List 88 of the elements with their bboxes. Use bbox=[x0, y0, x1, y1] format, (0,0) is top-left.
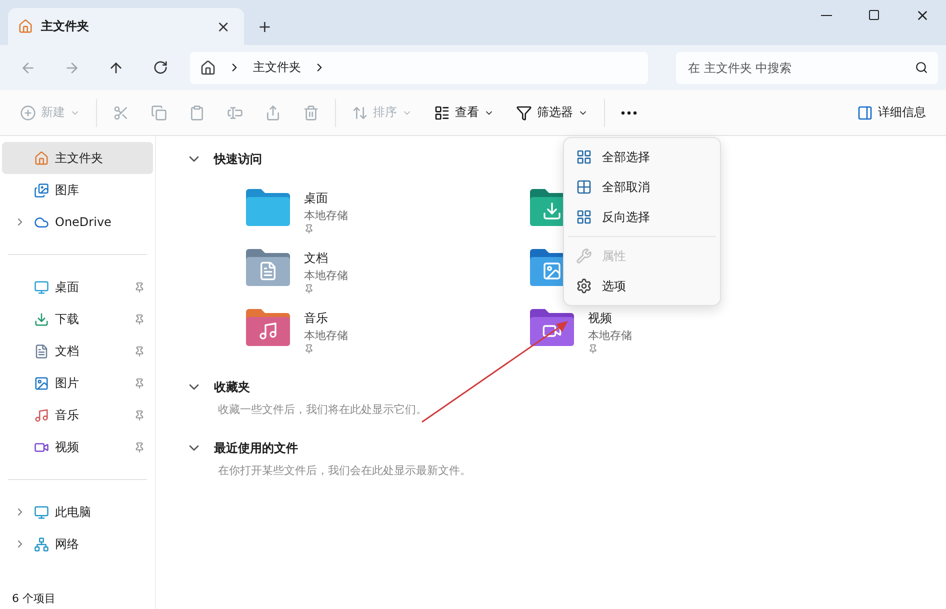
network-icon bbox=[34, 536, 49, 552]
home-icon bbox=[200, 60, 216, 76]
invert-selection-icon bbox=[576, 209, 592, 225]
pin-icon bbox=[134, 378, 145, 388]
empty-hint: 收藏一些文件后，我们将在此处显示它们。 bbox=[218, 402, 428, 417]
folder-icon bbox=[246, 188, 290, 226]
folder-location: 本地存储 bbox=[588, 328, 632, 343]
folder-location: 本地存储 bbox=[304, 328, 348, 343]
share-icon bbox=[265, 104, 281, 120]
menu-item[interactable]: 全部取消 bbox=[568, 172, 716, 202]
sidebar-item[interactable]: 网络 bbox=[2, 528, 153, 560]
scissors-icon bbox=[113, 104, 129, 120]
filter-button[interactable]: 筛选器 bbox=[506, 96, 598, 128]
folder-icon bbox=[246, 308, 290, 346]
pin-icon bbox=[304, 224, 314, 234]
settings-icon bbox=[576, 278, 592, 294]
pin-icon bbox=[134, 410, 145, 420]
menu-item[interactable]: 反向选择 bbox=[568, 202, 716, 232]
pin-icon bbox=[134, 314, 145, 324]
pin-icon bbox=[134, 442, 145, 452]
more-icon bbox=[621, 110, 637, 114]
download-icon bbox=[34, 312, 49, 326]
view-button[interactable]: 查看 bbox=[424, 96, 504, 128]
sidebar-item[interactable]: 文档 bbox=[2, 335, 153, 367]
music-icon bbox=[34, 408, 49, 422]
address-bar[interactable]: 主文件夹 bbox=[190, 52, 648, 84]
home-icon bbox=[34, 150, 49, 166]
home-icon bbox=[18, 19, 33, 34]
search-icon bbox=[915, 61, 928, 74]
minimize-icon bbox=[820, 14, 832, 16]
pin-icon bbox=[134, 282, 145, 292]
sidebar-item[interactable]: 桌面 bbox=[2, 271, 153, 303]
plus-circle-icon bbox=[20, 104, 36, 120]
folder-icon bbox=[530, 308, 574, 346]
pictures-icon bbox=[34, 376, 49, 390]
sort-icon bbox=[352, 104, 368, 120]
sidebar-item[interactable]: 图片 bbox=[2, 367, 153, 399]
menu-item[interactable]: 选项 bbox=[568, 271, 716, 301]
pin-icon bbox=[304, 284, 314, 294]
trash-icon bbox=[303, 104, 319, 120]
tab-title: 主文件夹 bbox=[41, 18, 90, 35]
section-title[interactable]: 收藏夹 bbox=[214, 378, 250, 396]
folder-name[interactable]: 音乐 bbox=[304, 310, 348, 327]
filter-icon bbox=[516, 104, 532, 120]
folder-name[interactable]: 视频 bbox=[588, 310, 632, 327]
breadcrumb-item[interactable]: 主文件夹 bbox=[253, 59, 301, 76]
desktop-icon bbox=[34, 280, 49, 294]
sidebar-item[interactable]: OneDrive bbox=[2, 206, 153, 238]
text-cursor-icon bbox=[227, 104, 243, 120]
details-button[interactable]: 详细信息 bbox=[847, 96, 936, 128]
pc-icon bbox=[34, 504, 49, 520]
folder-icon bbox=[246, 248, 290, 286]
folder-location: 本地存储 bbox=[304, 208, 348, 223]
folder-name[interactable]: 文档 bbox=[304, 250, 348, 267]
sidebar-item[interactable]: 此电脑 bbox=[2, 496, 153, 528]
clipboard-icon bbox=[189, 104, 205, 120]
window-tab[interactable]: 主文件夹 × bbox=[8, 8, 244, 45]
sidebar-item[interactable]: 音乐 bbox=[2, 399, 153, 431]
select-all-icon bbox=[576, 149, 592, 165]
empty-hint: 在你打开某些文件后，我们会在此处显示最新文件。 bbox=[218, 463, 472, 478]
panel-icon bbox=[857, 104, 873, 120]
sidebar-item[interactable]: 下载 bbox=[2, 303, 153, 335]
search-field[interactable]: 在 主文件夹 中搜索 bbox=[676, 52, 938, 84]
sidebar-item[interactable]: 主文件夹 bbox=[2, 142, 153, 174]
close-tab-button[interactable]: × bbox=[212, 16, 234, 36]
folder-name[interactable]: 桌面 bbox=[304, 190, 348, 207]
list-icon bbox=[434, 104, 450, 120]
pin-icon bbox=[588, 344, 598, 354]
gallery-icon bbox=[34, 182, 49, 198]
menu-item[interactable]: 全部选择 bbox=[568, 142, 716, 172]
pin-icon bbox=[134, 346, 145, 356]
folder-location: 本地存储 bbox=[304, 268, 348, 283]
forward-arrow-icon bbox=[64, 60, 80, 76]
pin-icon bbox=[304, 344, 314, 354]
section-title[interactable]: 最近使用的文件 bbox=[214, 440, 298, 456]
maximize-icon bbox=[868, 9, 880, 21]
cloud-icon bbox=[34, 214, 49, 230]
grid-icon bbox=[576, 179, 592, 195]
search-input[interactable]: 在 主文件夹 中搜索 bbox=[686, 60, 915, 76]
copy-icon bbox=[151, 104, 167, 120]
sidebar-item[interactable]: 视频 bbox=[2, 431, 153, 463]
refresh-icon bbox=[152, 60, 168, 75]
sidebar-item[interactable]: 图库 bbox=[2, 174, 153, 206]
docs-icon bbox=[34, 344, 49, 358]
new-tab-button[interactable]: + bbox=[254, 17, 276, 37]
status-text: 6 个项目 bbox=[11, 590, 56, 606]
section-title[interactable]: 快速访问 bbox=[214, 150, 262, 168]
wrench-icon bbox=[576, 248, 592, 264]
